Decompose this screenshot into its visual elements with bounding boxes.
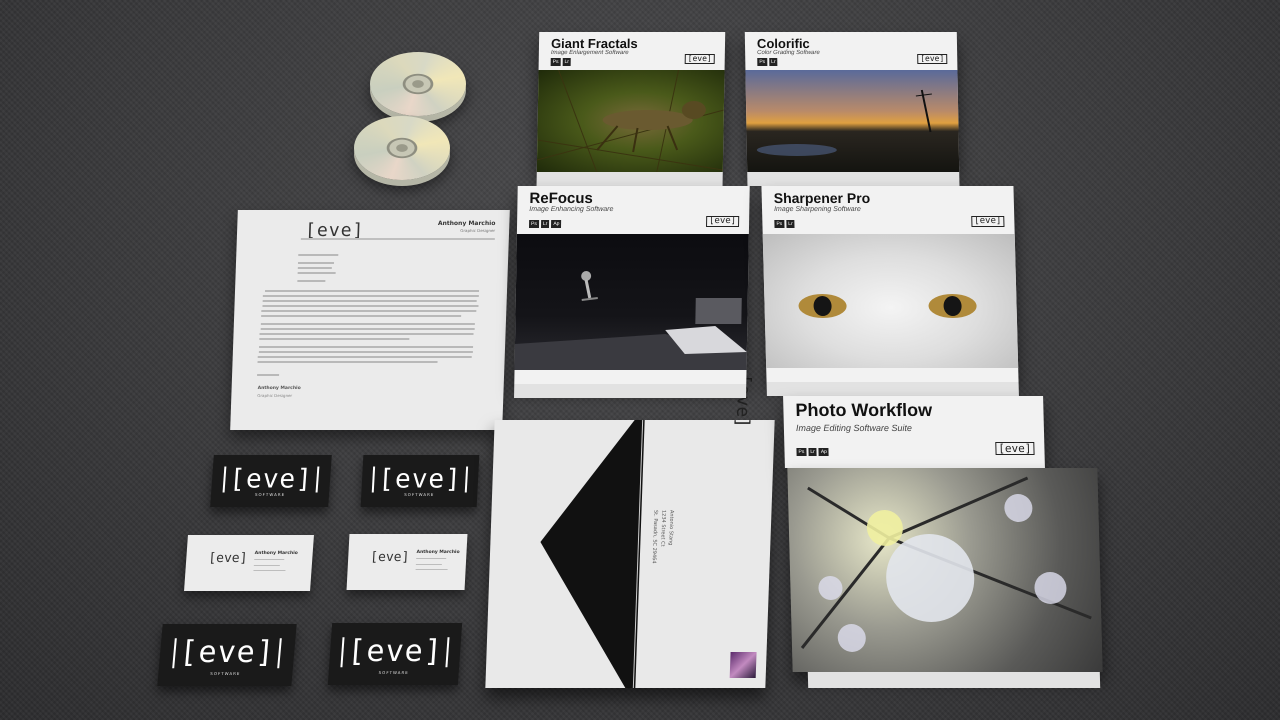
cd-disc	[370, 52, 466, 116]
box-logo: [eve]	[995, 442, 1035, 455]
card-name: Anthony Marchio	[416, 550, 460, 555]
box-side	[536, 172, 723, 186]
product-box-photo-workflow: Photo Workflow Image Editing Software Su…	[783, 396, 1045, 468]
card-text-line	[416, 558, 447, 559]
box-logo: [eve]	[971, 216, 1005, 227]
box-photo-sunset	[745, 70, 960, 172]
card-tagline: SOFTWARE	[378, 670, 409, 675]
box-badges: Ps Lr Ap	[796, 448, 830, 456]
business-card-light: [eve] Anthony Marchio	[184, 535, 314, 591]
letter-signature-role: Graphic Designer	[257, 393, 293, 398]
badge: Ps	[757, 58, 768, 66]
card-tagline: SOFTWARE	[404, 492, 435, 497]
letter-body-text	[257, 254, 480, 376]
box-subtitle: Image Editing Software Suite	[795, 423, 913, 433]
box-title: Photo Workflow	[795, 400, 933, 420]
badge: Lr	[786, 220, 795, 228]
business-card-dark: [eve] SOFTWARE	[157, 624, 297, 686]
badge: Ps	[796, 448, 807, 456]
box-photo-grasshopper	[536, 70, 725, 172]
box-subtitle: Color Grading Software	[757, 50, 820, 56]
postage-stamp	[729, 652, 757, 678]
letterhead-sheet: [eve] Anthony Marchio Graphic Designer A…	[230, 210, 510, 430]
box-subtitle: Image Sharpening Software	[773, 206, 861, 213]
letterhead-rule	[300, 238, 495, 240]
badge: Ps	[550, 58, 561, 66]
box-badges: Ps Lr Ap	[528, 220, 562, 228]
card-text-line	[253, 565, 280, 566]
card-tagline: SOFTWARE	[254, 492, 286, 497]
card-logo: [eve]	[340, 634, 450, 669]
envelope: [eve] Antonio Stang 1234 Street Ct St. P…	[485, 374, 775, 688]
skatepark-illustration	[514, 271, 747, 370]
cd-disc	[354, 116, 450, 180]
box-title: Giant Fractals	[550, 36, 638, 51]
cat-eyes-illustration	[798, 294, 977, 318]
product-box-colorific: Colorific Color Grading Software Ps Lr […	[744, 32, 960, 186]
product-box-giant-fractals: Giant Fractals Image Enlargement Softwar…	[536, 32, 726, 186]
badge: Ap	[551, 220, 562, 228]
letterhead-sender-name: Anthony Marchio	[437, 220, 496, 227]
chandelier-illustration	[800, 476, 1092, 652]
card-logo: [eve]	[222, 464, 320, 494]
box-photo-white-cat	[762, 234, 1019, 368]
box-side	[807, 672, 1101, 688]
card-logo: [eve]	[371, 464, 469, 494]
business-card-light: [eve] Anthony Marchio	[346, 534, 468, 590]
badge: Ps	[774, 220, 785, 228]
envelope-flap	[540, 420, 645, 688]
card-text-line	[415, 564, 442, 565]
product-box-sharpener-pro: Sharpener Pro Image Sharpening Software …	[761, 186, 1019, 396]
box-badges: Ps Lr	[774, 220, 795, 228]
box-side	[747, 172, 960, 186]
box-photo-chandelier	[787, 468, 1103, 672]
box-title: ReFocus	[529, 190, 594, 207]
box-title: Colorific	[756, 36, 810, 51]
envelope-address: Antonio Stang 1234 Street Ct St. Pasadn,…	[650, 510, 676, 564]
box-side	[514, 384, 747, 398]
box-side	[766, 382, 1019, 396]
box-logo: [eve]	[705, 216, 740, 227]
box-subtitle: Image Enhancing Software	[529, 206, 614, 213]
sunset-illustration	[756, 89, 932, 156]
badge: Lr	[808, 448, 817, 456]
box-logo: [eve]	[917, 54, 948, 64]
box-photo-skatepark	[514, 234, 749, 370]
card-logo: [eve]	[207, 551, 248, 566]
badge: Lr	[769, 58, 778, 66]
box-title: Sharpener Pro	[773, 190, 871, 206]
box-subtitle: Image Enlargement Software	[550, 50, 629, 56]
card-logo: [eve]	[369, 550, 410, 565]
product-box-refocus: ReFocus Image Enhancing Software Ps Lr A…	[514, 186, 750, 398]
card-text-line	[254, 559, 285, 560]
business-card-dark: [eve] SOFTWARE	[327, 623, 463, 685]
card-name: Anthony Marchio	[254, 551, 298, 556]
letterhead-sender-role: Graphic Designer	[460, 228, 496, 233]
letter-signature-name: Anthony Marchio	[257, 386, 301, 391]
box-badges: Ps Lr	[550, 58, 572, 66]
box-logo: [eve]	[684, 54, 715, 64]
business-card-dark: [eve] SOFTWARE	[360, 455, 480, 507]
business-card-dark: [eve] SOFTWARE	[210, 455, 332, 507]
box-badges: Ps Lr	[757, 58, 778, 66]
grasshopper-illustration	[536, 70, 724, 172]
badge: Lr	[540, 220, 550, 228]
card-tagline: SOFTWARE	[210, 671, 241, 676]
card-text-line	[415, 569, 448, 570]
badge: Lr	[562, 58, 572, 66]
card-text-line	[253, 570, 286, 571]
badge: Ap	[818, 448, 830, 456]
card-logo: [eve]	[172, 635, 283, 670]
badge: Ps	[528, 220, 539, 228]
